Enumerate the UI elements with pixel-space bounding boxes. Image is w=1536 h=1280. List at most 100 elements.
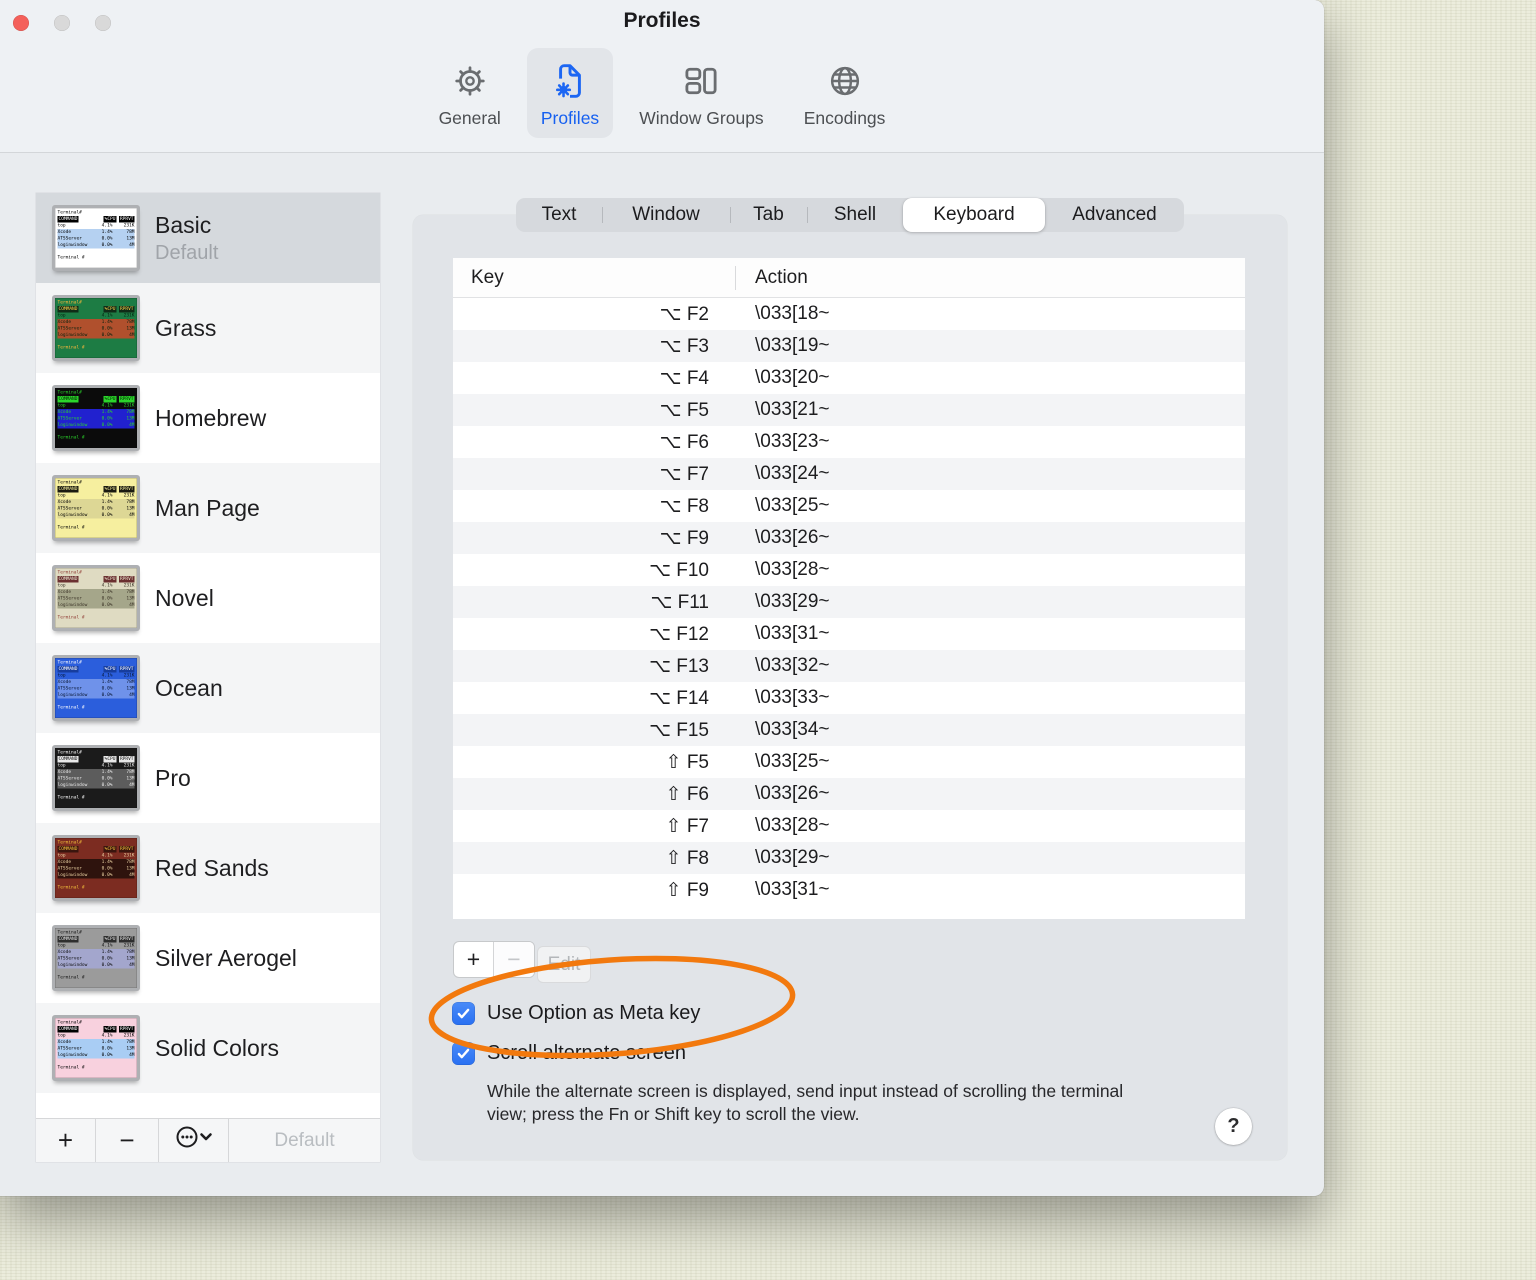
key-cell: ⌥ F10: [649, 559, 709, 581]
action-cell: \033[19~: [755, 335, 830, 356]
key-binding-row[interactable]: ⇧ F6 \033[26~: [453, 778, 1245, 810]
key-cell: ⇧ F6: [665, 783, 709, 805]
tab-text[interactable]: Text: [516, 198, 602, 232]
key-cell: ⇧ F5: [665, 751, 709, 773]
profile-thumbnail: Terminal# COMMAND %CPU RPRVT top 4.1% 231K Xcod…: [52, 385, 140, 451]
key-binding-row[interactable]: ⇧ F7 \033[28~: [453, 810, 1245, 842]
action-cell: \033[31~: [755, 623, 830, 644]
profile-row-solid-colors[interactable]: Terminal# COMMAND %CPU RPRVT top 4.1% 231K Xcod…: [36, 1003, 380, 1093]
key-binding-row[interactable]: ⌥ F14 \033[33~: [453, 682, 1245, 714]
document-gear-icon: [550, 59, 590, 103]
profile-actions-menu-button[interactable]: [159, 1119, 229, 1162]
profile-row-ocean[interactable]: Terminal# COMMAND %CPU RPRVT top 4.1% 231K Xcod…: [36, 643, 380, 733]
profile-name: Novel: [155, 584, 214, 611]
profile-row-grass[interactable]: Terminal# COMMAND %CPU RPRVT top 4.1% 231K Xcod…: [36, 283, 380, 373]
action-cell: \033[29~: [755, 591, 830, 612]
profile-thumbnail: Terminal# COMMAND %CPU RPRVT top 4.1% 231K Xcod…: [52, 925, 140, 991]
key-binding-row[interactable]: ⌥ F5 \033[21~: [453, 394, 1245, 426]
set-default-button[interactable]: Default: [229, 1119, 380, 1162]
tab-window[interactable]: Window: [602, 198, 730, 232]
key-cell: ⌥ F2: [659, 303, 709, 325]
profile-name: Ocean: [155, 674, 223, 701]
action-cell: \033[25~: [755, 495, 830, 516]
key-table-body: ⌥ F2 \033[18~ ⌥ F3 \033[19~ ⌥ F4 \033[20~ ⌥ F5…: [453, 298, 1245, 906]
checkbox-area: Use Option as Meta key Scroll alternate s…: [452, 993, 700, 1073]
edit-key-button[interactable]: Edit: [537, 946, 591, 983]
profile-row-red-sands[interactable]: Terminal# COMMAND %CPU RPRVT top 4.1% 231K Xcod…: [36, 823, 380, 913]
toolbar-item-general[interactable]: General: [425, 48, 515, 138]
profile-subtitle: Default: [155, 241, 219, 264]
key-cell: ⌥ F3: [659, 335, 709, 357]
thumbnail-terminal-preview: Terminal# COMMAND %CPU RPRVT top 4.1% 231K Xcod…: [57, 300, 135, 350]
thumbnail-terminal-preview: Terminal# COMMAND %CPU RPRVT top 4.1% 231K Xcod…: [57, 1020, 135, 1070]
key-cell: ⇧ F8: [665, 847, 709, 869]
thumbnail-terminal-preview: Terminal# COMMAND %CPU RPRVT top 4.1% 231K Xcod…: [57, 390, 135, 440]
key-binding-row[interactable]: ⌥ F13 \033[32~: [453, 650, 1245, 682]
profile-row-basic[interactable]: Terminal# COMMAND %CPU RPRVT top 4.1% 231K Xcod…: [36, 193, 380, 283]
tab-keyboard[interactable]: Keyboard: [903, 198, 1045, 232]
action-cell: \033[23~: [755, 431, 830, 452]
checkbox-label: Scroll alternate screen: [487, 1041, 686, 1064]
action-cell: \033[28~: [755, 559, 830, 580]
help-button[interactable]: ?: [1215, 1108, 1252, 1145]
toolbar-item-profiles[interactable]: Profiles: [526, 48, 614, 138]
gear-icon: [451, 59, 489, 103]
globe-icon: [826, 59, 864, 103]
toolbar-item-encodings[interactable]: Encodings: [790, 48, 900, 138]
key-binding-row[interactable]: ⌥ F9 \033[26~: [453, 522, 1245, 554]
profile-row-pro[interactable]: Terminal# COMMAND %CPU RPRVT top 4.1% 231K Xcod…: [36, 733, 380, 823]
action-cell: \033[26~: [755, 527, 830, 548]
toolbar-item-label: Window Groups: [639, 108, 764, 128]
column-header-key[interactable]: Key: [453, 267, 735, 289]
tab-advanced[interactable]: Advanced: [1045, 198, 1184, 232]
key-cell: ⌥ F6: [659, 431, 709, 453]
key-binding-row[interactable]: ⌥ F7 \033[24~: [453, 458, 1245, 490]
profile-name: Red Sands: [155, 854, 269, 881]
action-cell: \033[28~: [755, 815, 830, 836]
profile-tabs: Text Window Tab Shell Keyboard Advanced: [516, 198, 1184, 232]
tab-shell[interactable]: Shell: [807, 198, 903, 232]
profile-name: Solid Colors: [155, 1034, 279, 1061]
key-binding-row[interactable]: ⌥ F10 \033[28~: [453, 554, 1245, 586]
alternate-screen-help-text: While the alternate screen is displayed,…: [487, 1081, 1124, 1124]
key-binding-row[interactable]: ⌥ F2 \033[18~: [453, 298, 1245, 330]
profile-row-man-page[interactable]: Terminal# COMMAND %CPU RPRVT top 4.1% 231K Xcod…: [36, 463, 380, 553]
column-header-action[interactable]: Action: [735, 267, 808, 289]
key-binding-row[interactable]: ⌥ F8 \033[25~: [453, 490, 1245, 522]
key-binding-row[interactable]: ⇧ F9 \033[31~: [453, 874, 1245, 906]
thumbnail-terminal-preview: Terminal# COMMAND %CPU RPRVT top 4.1% 231K Xcod…: [57, 570, 135, 620]
column-divider[interactable]: [735, 266, 736, 290]
sidebar-action-bar: + − Default: [36, 1118, 380, 1162]
key-binding-row[interactable]: ⌥ F6 \033[23~: [453, 426, 1245, 458]
profile-row-novel[interactable]: Terminal# COMMAND %CPU RPRVT top 4.1% 231K Xcod…: [36, 553, 380, 643]
profile-row-homebrew[interactable]: Terminal# COMMAND %CPU RPRVT top 4.1% 231K Xcod…: [36, 373, 380, 463]
remove-key-button[interactable]: −: [494, 942, 534, 977]
key-binding-row[interactable]: ⇧ F8 \033[29~: [453, 842, 1245, 874]
add-profile-button[interactable]: +: [36, 1119, 96, 1162]
ellipsis-circle-chevron-icon: [172, 1122, 216, 1159]
profile-name: Basic: [155, 211, 212, 238]
key-binding-row[interactable]: ⌥ F11 \033[29~: [453, 586, 1245, 618]
profile-row-silver-aerogel[interactable]: Terminal# COMMAND %CPU RPRVT top 4.1% 231K Xcod…: [36, 913, 380, 1003]
profile-thumbnail: Terminal# COMMAND %CPU RPRVT top 4.1% 231K Xcod…: [52, 835, 140, 901]
key-binding-row[interactable]: ⌥ F12 \033[31~: [453, 618, 1245, 650]
thumbnail-terminal-preview: Terminal# COMMAND %CPU RPRVT top 4.1% 231K Xcod…: [57, 660, 135, 710]
key-binding-row[interactable]: ⌥ F15 \033[34~: [453, 714, 1245, 746]
profile-name: Homebrew: [155, 404, 267, 431]
checkbox[interactable]: [452, 1041, 475, 1065]
key-binding-row[interactable]: ⇧ F5 \033[25~: [453, 746, 1245, 778]
checkbox[interactable]: [452, 1001, 475, 1025]
toolbar-item-window-groups[interactable]: Window Groups: [625, 48, 778, 138]
remove-profile-button[interactable]: −: [96, 1119, 159, 1162]
key-binding-row[interactable]: ⌥ F3 \033[19~: [453, 330, 1245, 362]
key-cell: ⌥ F7: [659, 463, 709, 485]
profile-thumbnail: Terminal# COMMAND %CPU RPRVT top 4.1% 231K Xcod…: [52, 205, 140, 271]
checkbox-row-use-option-as-meta-key[interactable]: Use Option as Meta key: [452, 993, 700, 1033]
key-binding-row[interactable]: ⌥ F4 \033[20~: [453, 362, 1245, 394]
add-key-button[interactable]: +: [454, 942, 494, 977]
action-cell: \033[21~: [755, 399, 830, 420]
checkbox-row-scroll-alternate-screen[interactable]: Scroll alternate screen: [452, 1033, 700, 1073]
tab-tab[interactable]: Tab: [730, 198, 807, 232]
thumbnail-terminal-preview: Terminal# COMMAND %CPU RPRVT top 4.1% 231K Xcod…: [57, 750, 135, 800]
thumbnail-terminal-preview: Terminal# COMMAND %CPU RPRVT top 4.1% 231K Xcod…: [57, 840, 135, 890]
